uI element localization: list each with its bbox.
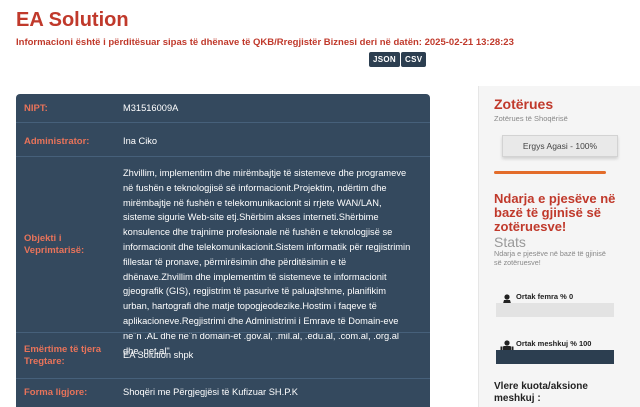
csv-button[interactable]: CSV bbox=[401, 52, 427, 67]
male-stat-fill bbox=[496, 350, 614, 364]
section-divider bbox=[494, 171, 606, 174]
share-title: Ndarja e pjesëve në bazë të gjinisë së z… bbox=[494, 191, 616, 234]
trade-names-value: EA Solution shpk bbox=[123, 350, 194, 360]
objekti-value: Zhvillim, implementim dhe mirëmbajtje të… bbox=[123, 168, 411, 356]
company-details-table: NIPT: M31516009A Administrator: Ina Ciko… bbox=[16, 94, 430, 407]
male-stat-label: Ortak meshkuj % 100 bbox=[516, 339, 592, 348]
female-stat-label: Ortak femra % 0 bbox=[516, 292, 574, 301]
owners-subtitle: Zotërues të Shoqërisë bbox=[494, 114, 568, 123]
stats-title: Stats bbox=[494, 234, 526, 250]
owner-entry[interactable]: Ergys Agasi - 100% bbox=[502, 135, 618, 157]
page-title: EA Solution bbox=[16, 9, 129, 31]
row-objekti: Objekti i Veprimtarisë: Zhvillim, implem… bbox=[16, 156, 430, 356]
legal-form-value: Shoqëri me Përgjegjësi të Kufizuar SH.P.… bbox=[123, 387, 299, 397]
nipt-label: NIPT: bbox=[24, 103, 48, 114]
json-button[interactable]: JSON bbox=[369, 52, 400, 67]
legal-form-label: Forma ligjore: bbox=[24, 387, 88, 398]
objekti-label: Objekti i Veprimtarisë: bbox=[24, 233, 85, 256]
male-stat-bar bbox=[496, 350, 614, 364]
trade-names-label: Emërtime të tjera Tregtare: bbox=[24, 344, 102, 367]
row-legal-form: Forma ligjore: Shoqëri me Përgjegjësi të… bbox=[16, 378, 430, 407]
quota-title: Vlere kuota/aksione meshkuj : bbox=[494, 381, 588, 404]
row-administrator: Administrator: Ina Ciko bbox=[16, 122, 430, 156]
administrator-value: Ina Ciko bbox=[123, 136, 158, 146]
administrator-label: Administrator: bbox=[24, 136, 90, 147]
row-nipt: NIPT: M31516009A bbox=[16, 94, 430, 122]
nipt-value: M31516009A bbox=[123, 103, 179, 113]
owners-title: Zotërues bbox=[494, 96, 554, 112]
update-info: Informacioni është i përditësuar sipas t… bbox=[16, 37, 514, 48]
row-trade-names: Emërtime të tjera Tregtare: EA Solution … bbox=[16, 332, 430, 378]
female-stat-bar bbox=[496, 303, 614, 317]
stats-subtitle: Ndarja e pjesëve në bazë të gjinisë së z… bbox=[494, 249, 606, 267]
